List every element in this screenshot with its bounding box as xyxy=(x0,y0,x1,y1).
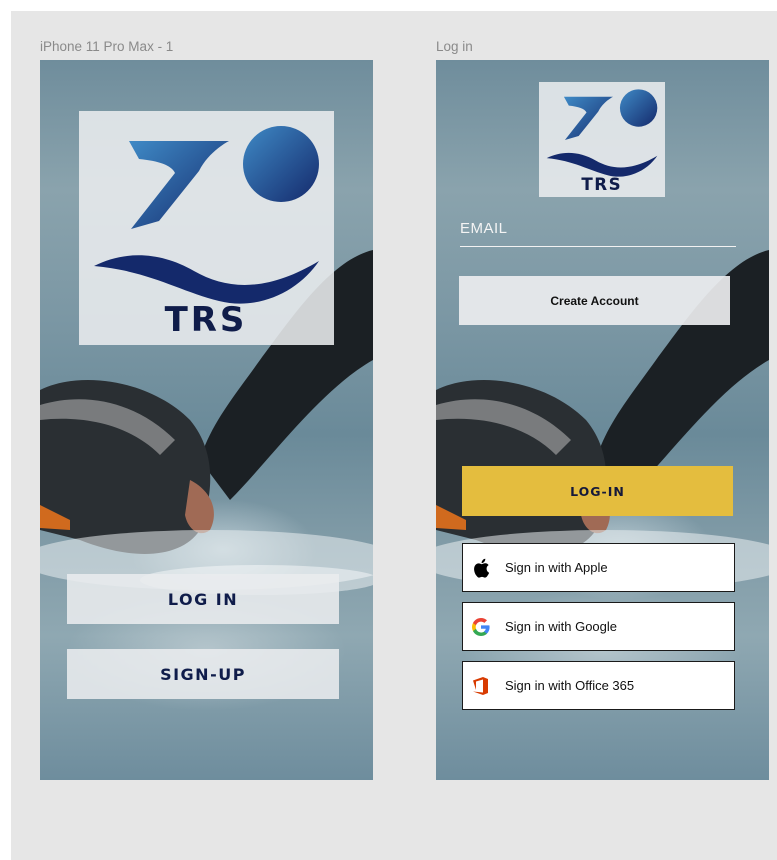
email-field[interactable]: EMAIL xyxy=(460,220,736,247)
logo-arm xyxy=(129,141,229,229)
email-label: EMAIL xyxy=(460,220,508,237)
signup-button[interactable]: SIGN-UP xyxy=(67,649,339,699)
logo-wave xyxy=(94,255,319,304)
sso-label: Sign in with Google xyxy=(505,619,618,634)
logo-wave xyxy=(546,152,658,177)
sign-in-office365-button[interactable]: Sign in with Office 365 xyxy=(462,661,735,710)
frame-label: iPhone 11 Pro Max - 1 xyxy=(40,39,174,54)
logo-text: TRS xyxy=(165,300,248,340)
logo-head xyxy=(619,89,658,127)
sso-label: Sign in with Apple xyxy=(505,560,608,575)
logo-text: TRS xyxy=(581,174,622,194)
login-button[interactable]: LOG-IN xyxy=(462,466,733,516)
sign-in-google-button[interactable]: Sign in with Google xyxy=(462,602,735,651)
phone-frame-home: TRS LOG IN SIGN-UP xyxy=(40,60,373,780)
frame-label: Log in xyxy=(436,39,473,54)
logo-arm xyxy=(563,96,614,140)
apple-icon xyxy=(471,558,491,578)
logo-head xyxy=(243,126,319,202)
google-icon xyxy=(471,617,491,637)
sso-label: Sign in with Office 365 xyxy=(505,678,635,693)
trs-logo: TRS xyxy=(539,82,665,197)
phone-frame-login: TRS EMAIL Create Account LOG-IN Sign in … xyxy=(436,60,769,780)
create-account-button[interactable]: Create Account xyxy=(459,276,730,325)
sign-in-apple-button[interactable]: Sign in with Apple xyxy=(462,543,735,592)
login-button[interactable]: LOG IN xyxy=(67,574,339,624)
office365-icon xyxy=(471,676,491,696)
trs-logo: TRS xyxy=(79,111,334,345)
